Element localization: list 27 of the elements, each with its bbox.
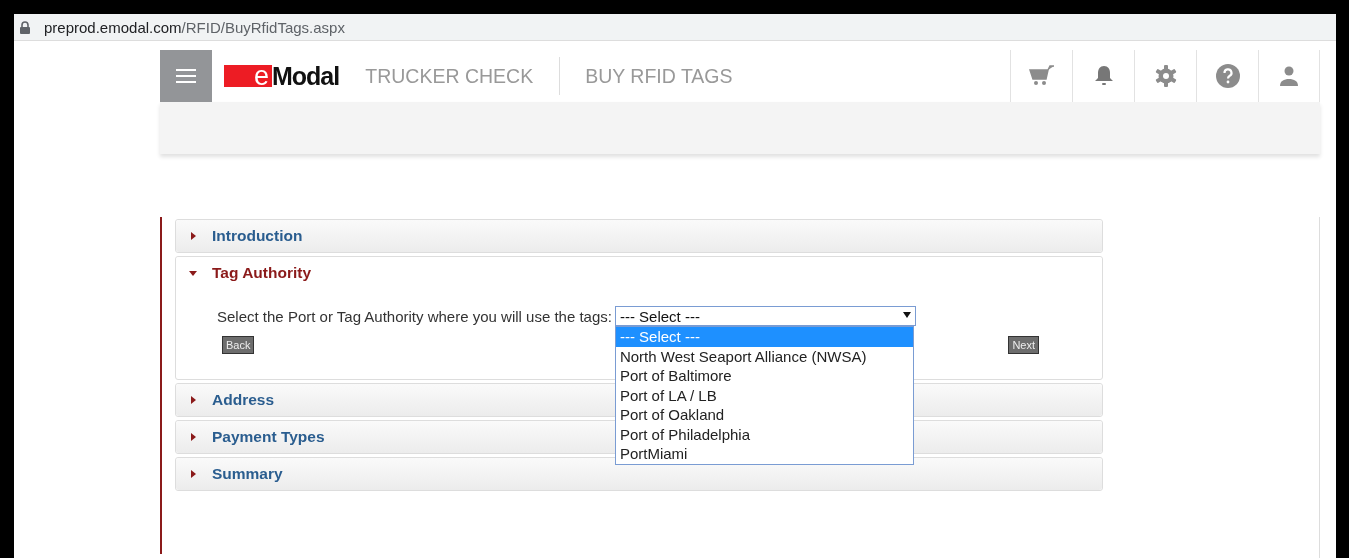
menu-button[interactable] [160,50,212,102]
lock-icon [20,20,30,34]
settings-icon [1154,65,1177,87]
cart-icon [1028,65,1055,87]
help-icon [1215,64,1240,88]
nav-button[interactable]: Next [1008,336,1039,354]
nav-button[interactable]: Back [222,336,255,354]
menu-icon [176,69,196,83]
dropdown-option[interactable]: North West Seaport Alliance (NWSA) [615,346,913,366]
collapse-arrow-icon [189,269,197,277]
dropdown-arrow-icon [902,312,911,318]
user-button[interactable] [1258,50,1320,102]
dropdown-option[interactable]: Port of Philadelphia [615,424,913,444]
expand-arrow-icon [189,470,197,478]
emodal-logo[interactable]: eModal [224,50,340,102]
expand-arrow-icon [189,433,197,441]
user-icon [1279,66,1299,86]
dropdown-option[interactable]: Port of LA / LB [615,385,913,405]
port-select[interactable]: --- Select --- [614,306,916,326]
expand-arrow-icon [189,396,197,404]
dropdown-option[interactable]: Port of Baltimore [615,366,913,386]
field-label: Select the Port or Tag Authority where you will use the tags: [217,307,612,325]
notification-bell-icon [1093,65,1114,87]
expand-arrow-icon [189,232,197,240]
section-header[interactable]: Introduction [176,220,1102,252]
address-url[interactable]: preprod.emodal.com/RFID/BuyRfidTags.aspx [44,18,345,36]
section-header[interactable]: Summary [176,458,1102,490]
